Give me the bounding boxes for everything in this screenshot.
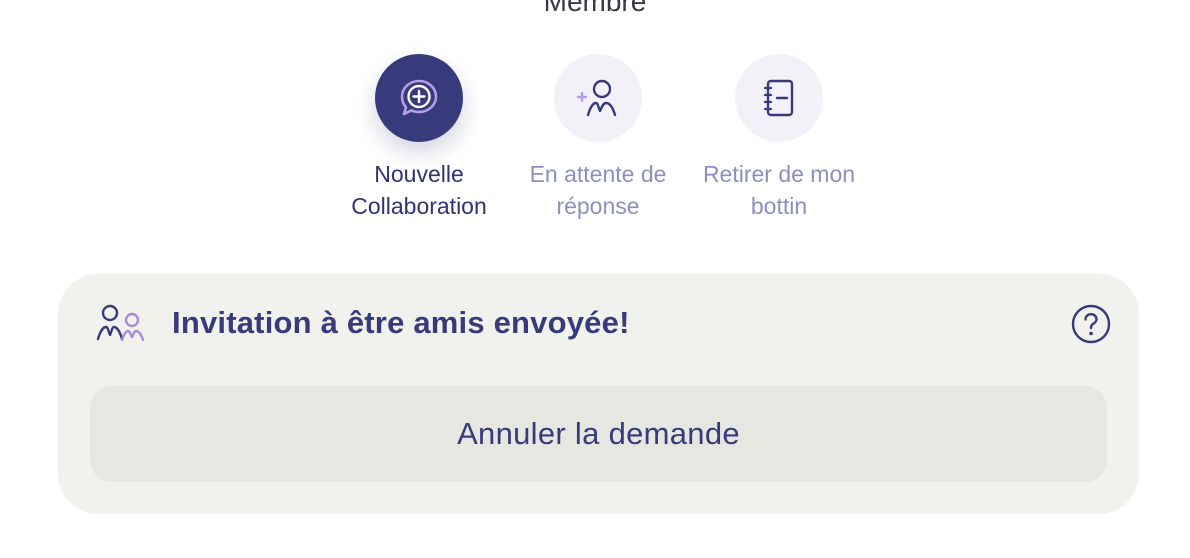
invitation-header: Invitation à être amis envoyée! — [96, 302, 630, 344]
remove-from-directory-button[interactable] — [735, 54, 823, 142]
friends-icon — [96, 302, 148, 344]
member-role-label: Membre — [543, 0, 647, 17]
invitation-card: Invitation à être amis envoyée! Annuler … — [58, 274, 1139, 514]
question-circle-icon[interactable] — [1071, 304, 1111, 344]
notebook-minus-icon — [763, 79, 794, 117]
add-person-icon — [576, 79, 617, 117]
remove-from-directory-action[interactable]: Retirer de mon bottin — [689, 54, 869, 222]
invitation-title: Invitation à être amis envoyée! — [172, 305, 630, 340]
chat-plus-icon — [400, 79, 438, 116]
new-collaboration-label: Nouvelle Collaboration — [351, 161, 487, 219]
member-profile-panel: Membre Nouvelle Collaboration En attente… — [0, 0, 1190, 558]
new-collaboration-button[interactable] — [375, 54, 463, 142]
pending-response-action[interactable]: En attente de réponse — [508, 54, 688, 222]
new-collaboration-action[interactable]: Nouvelle Collaboration — [329, 54, 509, 222]
remove-from-directory-label: Retirer de mon bottin — [702, 161, 856, 219]
cancel-request-button[interactable]: Annuler la demande — [90, 386, 1107, 482]
pending-response-button[interactable] — [554, 54, 642, 142]
pending-response-label: En attente de réponse — [529, 161, 667, 219]
